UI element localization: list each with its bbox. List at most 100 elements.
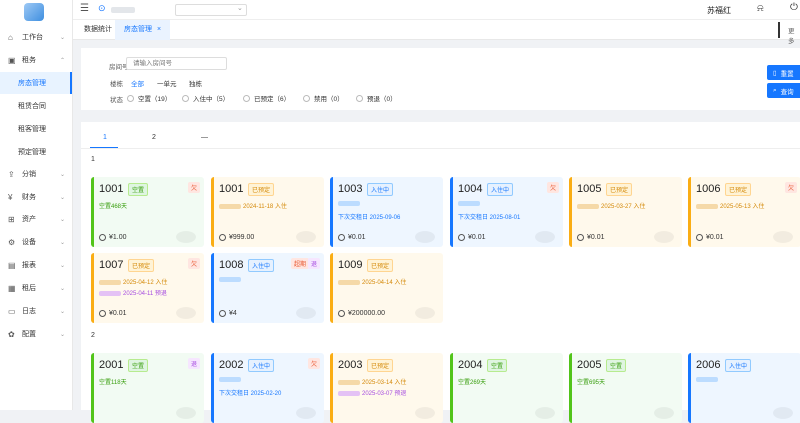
sidebar-item-after-rent[interactable]: ▦ 租后 ⌄ [0, 278, 72, 298]
reset-button[interactable]: ▯ 重置 [767, 65, 800, 80]
sidebar-item-distribution[interactable]: ⇪ 分销 ⌄ [0, 164, 72, 184]
room-card[interactable]: 1001 空置 欠空置468天 ¥1.00 [91, 177, 204, 247]
search-button[interactable]: ⌕ 查询 [767, 83, 800, 98]
room-price: ¥0.01 [99, 310, 127, 317]
close-icon[interactable]: × [157, 26, 161, 33]
room-number: 1001 [219, 183, 244, 195]
building-option-all[interactable]: 全部 [131, 78, 144, 88]
arrears-badge: 欠 [187, 182, 200, 193]
room-info-line [219, 377, 243, 383]
settings-icon: ✿ [8, 329, 15, 339]
search-icon: ⌕ [773, 86, 777, 94]
page-tab-1[interactable]: 1 [103, 134, 107, 141]
masked-name [338, 201, 360, 206]
room-card[interactable]: 2001 空置 退空置118天 [91, 353, 204, 423]
room-info-line: 2025-04-12 入住 [99, 277, 167, 286]
room-number: 2003 [338, 359, 363, 371]
room-card[interactable]: 1008 入住中 超期退 ¥4 [211, 253, 324, 323]
room-price: ¥0.01 [338, 234, 366, 241]
room-card[interactable]: 1005 已预定 2025-03-27 入住 ¥0.01 [569, 177, 682, 247]
price-value: ¥4 [229, 310, 237, 317]
radio-label: 预退（0） [367, 96, 397, 103]
masked-name [338, 279, 360, 285]
coin-icon [338, 310, 345, 317]
building-option-unit1[interactable]: 一单元 [157, 78, 177, 88]
chevron-down-icon: ⌄ [59, 262, 65, 269]
status-radio-booked[interactable]: 已预定（6） [243, 93, 290, 103]
watermark-icon [654, 231, 674, 243]
status-radio-disabled[interactable]: 禁用（0） [303, 93, 344, 103]
status-radio-vacant[interactable]: 空置（19） [127, 93, 171, 103]
room-card[interactable]: 2002 入住中 欠下次交租日 2025-02-20 [211, 353, 324, 423]
building-icon: ▣ [8, 55, 16, 65]
building-label: 楼栋 [110, 81, 123, 88]
masked-name [99, 279, 121, 285]
chevron-up-icon: ⌃ [59, 57, 65, 64]
more-tabs-button[interactable]: 更多 [788, 25, 800, 45]
room-card[interactable]: 2005 空置 空置695天 [569, 353, 682, 423]
menu-fold-icon[interactable]: ☰ [80, 3, 89, 14]
room-card[interactable]: 1006 已预定 欠 2025-05-13 入住 ¥0.01 [688, 177, 800, 247]
coin-icon [696, 234, 703, 241]
sidebar-item-workbench[interactable]: ⌂ 工作台 ⌄ [0, 27, 72, 47]
coin-icon [99, 234, 106, 241]
room-card[interactable]: 1001 已预定 2024-11-18 入住 ¥999.00 [211, 177, 324, 247]
sidebar-subitem-room-status[interactable]: 房态管理 [0, 72, 72, 94]
room-number-input[interactable] [126, 57, 227, 70]
room-info-line-2: 2025-04-11 预退 [99, 288, 167, 297]
sidebar-item-reports[interactable]: ▤ 报表 ⌄ [0, 255, 72, 275]
room-card[interactable]: 2004 空置 空置269天 [450, 353, 563, 423]
room-card[interactable]: 1009 已预定 2025-04-14 入住 ¥200000.00 [330, 253, 443, 323]
location-icon: ⊙ [98, 3, 106, 13]
watermark-icon [654, 407, 674, 419]
tab-room-status[interactable]: 房态管理 × [115, 20, 171, 40]
status-radio-pre-checkout[interactable]: 预退（0） [356, 93, 397, 103]
reset-label: 重置 [780, 70, 794, 78]
sidebar: ⌂ 工作台 ⌄ ▣ 租务 ⌃ 房态管理 租赁合同 租客管理 预定管理 ⇪ 分销 … [0, 0, 73, 410]
user-name[interactable]: 苏福红 [707, 5, 731, 16]
sidebar-subitem-lease-contract[interactable]: 租赁合同 [0, 95, 72, 117]
room-price: ¥999.00 [219, 234, 254, 241]
room-info-line: 空置269天 [458, 377, 486, 386]
room-info-line: 空置695天 [577, 377, 605, 386]
room-card[interactable]: 1004 入住中 欠下次交租日 2025-08-01 ¥0.01 [450, 177, 563, 247]
room-card[interactable]: 2006 入住中 [688, 353, 800, 423]
report-icon: ▤ [8, 260, 16, 270]
sidebar-item-config[interactable]: ✿ 配置 ⌄ [0, 324, 72, 344]
bell-icon[interactable]: ⍾ [757, 3, 764, 14]
sidebar-item-devices[interactable]: ⚙ 设备 ⌄ [0, 232, 72, 252]
radio-icon [356, 94, 363, 102]
power-icon[interactable]: ⏻ [790, 2, 798, 13]
masked-name [696, 203, 718, 209]
info-text: 2025-03-14 入住 [362, 380, 407, 386]
page-tab-more[interactable]: — [201, 134, 208, 141]
page-tab-2[interactable]: 2 [152, 134, 156, 141]
status-tag: 已预定 [367, 259, 394, 272]
room-price: ¥4 [219, 310, 237, 317]
status-tag: 空置 [606, 359, 627, 372]
chevron-down-icon: ⌄ [237, 5, 243, 12]
info-text: 2025-05-13 入住 [720, 204, 765, 210]
sidebar-subitem-booking[interactable]: 预定管理 [0, 141, 72, 163]
sidebar-item-logs[interactable]: ▭ 日志 ⌄ [0, 301, 72, 321]
room-number: 1007 [99, 259, 124, 271]
room-number: 1009 [338, 259, 363, 271]
status-tag: 入住中 [248, 359, 275, 372]
info-text: 2025-03-07 预退 [362, 391, 407, 397]
status-tag: 入住中 [487, 183, 514, 196]
device-icon: ⚙ [8, 237, 16, 247]
sidebar-subitem-tenant[interactable]: 租客管理 [0, 118, 72, 140]
finance-icon: ¥ [8, 192, 13, 202]
info-text: 下次交租日 2025-08-01 [458, 215, 521, 221]
sidebar-item-rental[interactable]: ▣ 租务 ⌃ [0, 50, 72, 70]
room-card[interactable]: 2003 已预定 2025-03-14 入住 2025-03-07 预退 [330, 353, 443, 423]
room-card[interactable]: 1003 入住中 下次交租日 2025-09-06 ¥0.01 [330, 177, 443, 247]
masked-name [219, 203, 241, 209]
status-radio-occupied[interactable]: 入住中（5） [182, 93, 229, 103]
building-option-standalone[interactable]: 独栋 [189, 78, 202, 88]
room-info-line [458, 201, 482, 207]
room-card[interactable]: 1007 已预定 欠 2025-04-12 入住 2025-04-11 预退 ¥0.01 [91, 253, 204, 323]
room-number: 1006 [696, 183, 721, 195]
sidebar-item-assets[interactable]: ⊞ 资产 ⌄ [0, 209, 72, 229]
sidebar-item-finance[interactable]: ¥ 财务 ⌄ [0, 187, 72, 207]
